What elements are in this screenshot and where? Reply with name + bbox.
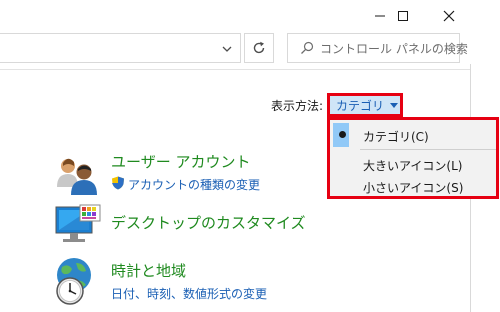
menu-item-label: カテゴリ(C) [363, 130, 429, 144]
maximize-button[interactable] [380, 0, 426, 32]
address-bar[interactable] [0, 33, 241, 63]
menu-item-label: 小さいアイコン(S) [363, 181, 464, 195]
dropdown-arrow-icon [390, 102, 399, 108]
view-by-selected: カテゴリ [336, 98, 385, 113]
view-by-label: 表示方法: [271, 99, 324, 113]
close-button[interactable] [426, 0, 472, 32]
menu-item-category[interactable]: カテゴリ(C) [330, 123, 496, 147]
address-dropdown-button[interactable] [218, 40, 236, 58]
view-by-dropdown[interactable]: カテゴリ [327, 93, 403, 117]
refresh-icon [253, 41, 265, 54]
link-change-date-time-number-formats[interactable]: 日付、時刻、数値形式の変更 [111, 285, 267, 302]
desktop-customization-icon [54, 203, 102, 253]
radio-bullet-icon [339, 131, 346, 138]
search-icon [300, 39, 314, 57]
toolbar-divider [0, 69, 471, 70]
link-change-account-type[interactable]: アカウントの種類の変更 [128, 176, 260, 193]
menu-item-label: 大きいアイコン(L) [363, 159, 463, 173]
shield-icon [111, 175, 125, 194]
menu-item-large-icons[interactable]: 大きいアイコン(L) [330, 154, 496, 174]
view-by-menu: カテゴリ(C) 大きいアイコン(L) 小さいアイコン(S) [327, 117, 499, 199]
search-box[interactable]: コントロール パネルの検索 [287, 33, 468, 63]
category-user-accounts[interactable]: ユーザー アカウント [111, 151, 250, 172]
refresh-button[interactable] [244, 33, 274, 63]
menu-item-small-icons[interactable]: 小さいアイコン(S) [330, 176, 496, 196]
maximize-icon [398, 11, 408, 21]
category-clock-region[interactable]: 時計と地域 [111, 260, 186, 281]
search-placeholder: コントロール パネルの検索 [320, 41, 468, 56]
menu-separator [360, 149, 496, 150]
category-desktop-customization[interactable]: デスクトップのカスタマイズ [111, 212, 306, 233]
user-accounts-icon [54, 153, 100, 203]
close-icon [443, 10, 455, 22]
chevron-down-icon [222, 46, 232, 52]
clock-region-icon [52, 257, 100, 311]
